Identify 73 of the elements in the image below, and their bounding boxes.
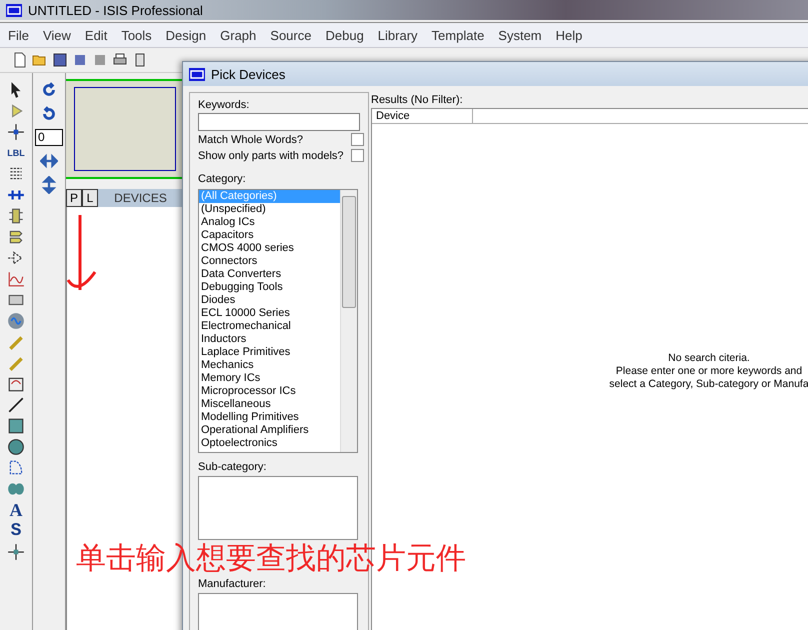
category-label: Category: bbox=[198, 173, 247, 185]
panel-title: DEVICES bbox=[113, 190, 168, 207]
generator-icon[interactable] bbox=[7, 312, 25, 330]
category-item[interactable]: Connectors bbox=[199, 255, 340, 268]
checkbox[interactable] bbox=[351, 148, 364, 162]
menu-item[interactable]: Debug bbox=[325, 28, 364, 42]
keywords-field[interactable] bbox=[198, 113, 360, 131]
scrollbar[interactable] bbox=[340, 190, 357, 452]
category-item[interactable]: Diodes bbox=[199, 294, 340, 307]
category-item[interactable]: Inductors bbox=[199, 333, 340, 346]
subcategory-label: Sub-category: bbox=[198, 461, 268, 473]
manufacturer-label: Manufacturer: bbox=[198, 578, 267, 590]
category-item[interactable]: Operational Amplifiers bbox=[199, 424, 340, 437]
subcircuit-icon[interactable] bbox=[7, 207, 25, 225]
category-item[interactable]: Memory ICs bbox=[199, 372, 340, 385]
category-item[interactable]: (Unspecified) bbox=[199, 203, 340, 216]
category-item[interactable]: Miscellaneous bbox=[199, 398, 340, 411]
category-item[interactable]: Mechanics bbox=[199, 359, 340, 372]
mirror-horizontal-icon[interactable] bbox=[40, 152, 58, 170]
text-tool[interactable]: A bbox=[10, 501, 22, 519]
mirror-vertical-icon[interactable] bbox=[40, 176, 58, 194]
results-label: Results (No Filter): bbox=[371, 94, 464, 106]
category-item[interactable]: ECL 10000 Series bbox=[199, 307, 340, 320]
line-icon[interactable] bbox=[7, 396, 25, 414]
marker-icon[interactable] bbox=[7, 543, 25, 561]
option-label: Match Whole Words? bbox=[198, 134, 303, 146]
arc-icon[interactable] bbox=[7, 459, 25, 477]
category-item[interactable]: Data Converters bbox=[199, 268, 340, 281]
symbol-tool[interactable]: S bbox=[10, 522, 22, 540]
category-item[interactable]: Electromechanical bbox=[199, 320, 340, 333]
menu-item[interactable]: Edit bbox=[84, 28, 108, 42]
option-label: Show only parts with models? bbox=[198, 150, 344, 162]
message-text: Please enter one or more keywords and bbox=[616, 365, 802, 378]
checkbox[interactable] bbox=[351, 132, 364, 146]
graph-icon[interactable] bbox=[7, 270, 25, 288]
menu-item[interactable]: Library bbox=[378, 28, 418, 42]
panel-tab[interactable]: L bbox=[82, 189, 98, 207]
circle-icon[interactable] bbox=[7, 438, 25, 456]
menu-item[interactable]: File bbox=[8, 28, 29, 42]
category-item[interactable]: Capacitors bbox=[199, 229, 340, 242]
category-item[interactable]: Analog ICs bbox=[199, 216, 340, 229]
square-icon[interactable] bbox=[7, 417, 25, 435]
label-tool[interactable]: LBL bbox=[7, 144, 25, 162]
category-item[interactable]: Laplace Primitives bbox=[199, 346, 340, 359]
junction-icon[interactable] bbox=[7, 123, 25, 141]
panel-tab[interactable]: P bbox=[66, 189, 82, 207]
app-logo-icon bbox=[189, 68, 205, 80]
window-title: UNTITLED - ISIS Professional bbox=[28, 2, 203, 18]
rotate-anticlockwise-icon[interactable] bbox=[40, 105, 58, 123]
category-item[interactable]: CMOS 4000 series bbox=[199, 242, 340, 255]
save-icon[interactable] bbox=[52, 52, 68, 68]
category-item[interactable]: Modelling Primitives bbox=[199, 411, 340, 424]
category-item[interactable]: Optoelectronics bbox=[199, 437, 340, 450]
menu-item[interactable]: View bbox=[42, 28, 71, 42]
rotation-field[interactable]: 0 bbox=[35, 129, 63, 146]
meter-icon[interactable] bbox=[7, 375, 25, 393]
menu-item[interactable]: Template bbox=[432, 28, 484, 42]
menu-item[interactable]: Design bbox=[166, 28, 206, 42]
menu-item[interactable]: System bbox=[498, 28, 542, 42]
menu-item[interactable]: Source bbox=[270, 28, 312, 42]
category-item[interactable]: Debugging Tools bbox=[199, 281, 340, 294]
menu-item[interactable]: Tools bbox=[121, 28, 152, 42]
menu-item[interactable]: Graph bbox=[220, 28, 256, 42]
new-file-icon[interactable] bbox=[12, 52, 28, 68]
terminal-icon[interactable] bbox=[7, 228, 25, 246]
category-item[interactable]: Microprocessor ICs bbox=[199, 385, 340, 398]
menu-item[interactable]: Help bbox=[556, 28, 582, 42]
rotate-clockwise-icon[interactable] bbox=[40, 81, 58, 99]
column-header[interactable]: Device bbox=[372, 109, 473, 123]
message-text: No search citeria. bbox=[668, 352, 750, 365]
app-logo-icon bbox=[6, 4, 22, 16]
dialog-title: Pick Devices bbox=[211, 66, 286, 82]
keywords-label: Keywords: bbox=[198, 99, 250, 111]
